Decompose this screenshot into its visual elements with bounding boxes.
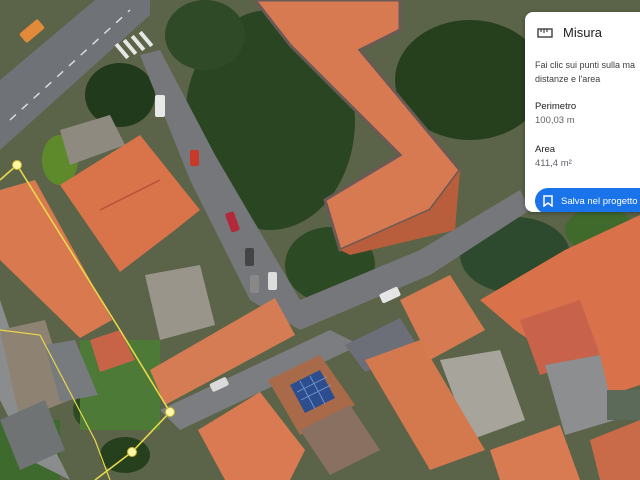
measurement-vertex[interactable] — [12, 160, 22, 170]
description-line-1: Fai clic sui punti sulla ma — [535, 60, 636, 70]
measurement-vertex[interactable] — [127, 447, 137, 457]
perimeter-label: Perimetro — [535, 101, 577, 112]
perimeter-value: 100,03 m — [535, 115, 575, 126]
panel-description: Fai clic sui punti sulla ma distanze e l… — [535, 58, 640, 86]
bookmark-icon — [543, 195, 553, 208]
ruler-icon — [537, 26, 553, 38]
save-to-project-button[interactable]: Salva nel progetto — [535, 188, 640, 212]
description-line-2: distanze e l'area — [535, 74, 601, 84]
save-button-label: Salva nel progetto — [561, 195, 638, 207]
area-value: 411,4 m² — [535, 158, 572, 169]
measurement-vertex[interactable] — [165, 407, 175, 417]
panel-title: Misura — [563, 24, 603, 40]
panel-header: Misura — [537, 22, 602, 42]
measure-panel: Misura Fai clic sui punti sulla ma dista… — [525, 12, 640, 212]
area-label: Area — [535, 144, 556, 155]
